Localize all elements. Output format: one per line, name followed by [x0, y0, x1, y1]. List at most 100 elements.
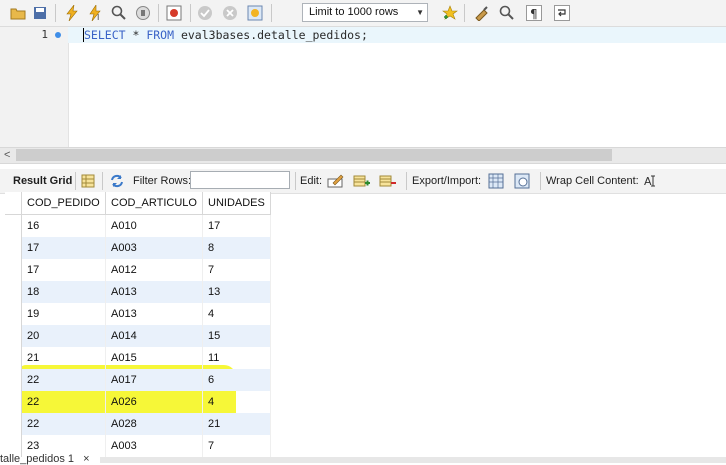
table-row[interactable]: 22 A028 21	[5, 413, 271, 435]
filter-rows-input[interactable]	[190, 171, 290, 189]
row-header[interactable]	[5, 214, 22, 237]
table-cell[interactable]: 18	[21, 281, 106, 303]
delete-row-icon[interactable]	[378, 171, 398, 191]
column-header-cod-articulo[interactable]: COD_ARTICULO	[105, 192, 203, 215]
table-cell[interactable]: A013	[105, 303, 203, 325]
line-number: 1	[41, 28, 48, 41]
open-folder-icon[interactable]	[8, 3, 28, 23]
find-magnifier-icon[interactable]	[497, 3, 517, 23]
table-cell[interactable]: 16	[21, 214, 106, 237]
import-icon[interactable]	[513, 171, 533, 191]
scrollbar-thumb[interactable]	[16, 149, 612, 161]
scroll-left-arrow-icon[interactable]: <	[4, 148, 10, 162]
table-row[interactable]: 16 A010 17	[5, 214, 271, 237]
result-tab[interactable]: talle_pedidos 1 ×	[0, 453, 100, 465]
close-icon[interactable]: ×	[83, 453, 89, 465]
invisible-chars-pilcrow-icon[interactable]: ¶	[524, 3, 544, 23]
table-cell[interactable]: 6	[202, 369, 271, 391]
table-cell[interactable]: 8	[202, 237, 271, 259]
table-cell[interactable]: 22	[21, 369, 106, 391]
wrap-cell-content-label: Wrap Cell Content:	[546, 175, 639, 187]
edit-row-icon[interactable]	[326, 171, 346, 191]
row-header[interactable]	[5, 259, 22, 281]
table-cell[interactable]: A014	[105, 325, 203, 347]
table-cell[interactable]: A003	[105, 435, 203, 457]
table-cell[interactable]: 13	[202, 281, 271, 303]
table-cell[interactable]: 4	[202, 303, 271, 325]
table-row[interactable]: 22 A017 6	[5, 369, 271, 391]
edit-label: Edit:	[300, 175, 323, 187]
row-header[interactable]	[5, 391, 22, 413]
table-row[interactable]: 22 A026 4	[5, 391, 271, 413]
svg-text:A: A	[644, 175, 652, 188]
word-wrap-icon[interactable]	[552, 3, 572, 23]
table-cell[interactable]: A026	[105, 391, 203, 413]
row-header[interactable]	[5, 413, 22, 435]
execute-cursor-icon[interactable]: I	[86, 3, 106, 23]
table-cell[interactable]: 17	[202, 214, 271, 237]
result-tab-bar	[100, 457, 726, 463]
table-cell[interactable]: 22	[21, 391, 106, 413]
stop-icon[interactable]	[133, 3, 153, 23]
add-row-icon[interactable]	[352, 171, 372, 191]
table-row[interactable]: 17 A012 7	[5, 259, 271, 281]
table-cell[interactable]: A017	[105, 369, 203, 391]
autocommit-icon[interactable]	[245, 3, 265, 23]
column-header-cod-pedido[interactable]: COD_PEDIDO	[21, 192, 106, 215]
table-cell[interactable]: 21	[21, 347, 106, 369]
table-cell[interactable]: A012	[105, 259, 203, 281]
table-cell[interactable]: A013	[105, 281, 203, 303]
table-cell[interactable]: 11	[202, 347, 271, 369]
toggle-continue-on-error-icon[interactable]	[164, 3, 184, 23]
grid-header-row: COD_PEDIDO COD_ARTICULO UNIDADES	[5, 192, 271, 215]
table-cell[interactable]: 20	[21, 325, 106, 347]
statement-marker-icon	[55, 32, 61, 38]
explain-magnifier-icon[interactable]	[109, 3, 129, 23]
result-grid-label[interactable]: Result Grid	[13, 175, 72, 187]
table-cell[interactable]: 17	[21, 237, 106, 259]
table-cell[interactable]: 21	[202, 413, 271, 435]
table-cell[interactable]: 22	[21, 413, 106, 435]
table-row[interactable]: 18 A013 13	[5, 281, 271, 303]
table-cell[interactable]: A003	[105, 237, 203, 259]
save-icon[interactable]	[30, 3, 50, 23]
table-cell[interactable]: 17	[21, 259, 106, 281]
table-cell[interactable]: 15	[202, 325, 271, 347]
filter-rows-label: Filter Rows:	[133, 175, 192, 187]
row-header[interactable]	[5, 347, 22, 369]
column-header-unidades[interactable]: UNIDADES	[202, 192, 271, 215]
row-header[interactable]	[5, 237, 22, 259]
table-cell[interactable]: 7	[202, 259, 271, 281]
table-cell[interactable]: A028	[105, 413, 203, 435]
row-header[interactable]	[5, 281, 22, 303]
beautify-broom-icon[interactable]	[472, 3, 492, 23]
table-row[interactable]: 21 A015 11	[5, 347, 271, 369]
table-cell[interactable]: 19	[21, 303, 106, 325]
table-cell[interactable]: A015	[105, 347, 203, 369]
limit-rows-select[interactable]: Limit to 1000 rows ▼	[302, 3, 428, 22]
row-header[interactable]	[5, 325, 22, 347]
editor-horizontal-scrollbar[interactable]: <	[0, 147, 726, 164]
row-header-corner[interactable]	[5, 192, 22, 215]
table-row[interactable]: 17 A003 8	[5, 237, 271, 259]
table-cell[interactable]: 7	[202, 435, 271, 457]
table-row[interactable]: 19 A013 4	[5, 303, 271, 325]
table-cell[interactable]: A010	[105, 214, 203, 237]
table-cell[interactable]: 4	[202, 391, 271, 413]
wrap-cell-icon[interactable]: A	[640, 171, 660, 191]
sql-editor[interactable]: 1 SELECT * FROM eval3bases.detalle_pedid…	[0, 27, 726, 147]
table-row[interactable]: 20 A014 15	[5, 325, 271, 347]
grid-view-icon[interactable]	[78, 171, 98, 191]
result-grid-toolbar: Result Grid Filter Rows: Edit: Export/Im…	[0, 169, 726, 194]
editor-gutter: 1	[0, 27, 69, 147]
export-icon[interactable]	[487, 171, 507, 191]
svg-text:¶: ¶	[530, 7, 538, 21]
row-header[interactable]	[5, 369, 22, 391]
row-header[interactable]	[5, 303, 22, 325]
rollback-x-icon[interactable]	[220, 3, 240, 23]
execute-lightning-icon[interactable]	[62, 3, 82, 23]
commit-check-icon[interactable]	[195, 3, 215, 23]
refresh-icon[interactable]	[107, 171, 127, 191]
add-snippet-star-icon[interactable]	[440, 3, 460, 23]
sql-query-text[interactable]: SELECT * FROM eval3bases.detalle_pedidos…	[84, 28, 368, 42]
